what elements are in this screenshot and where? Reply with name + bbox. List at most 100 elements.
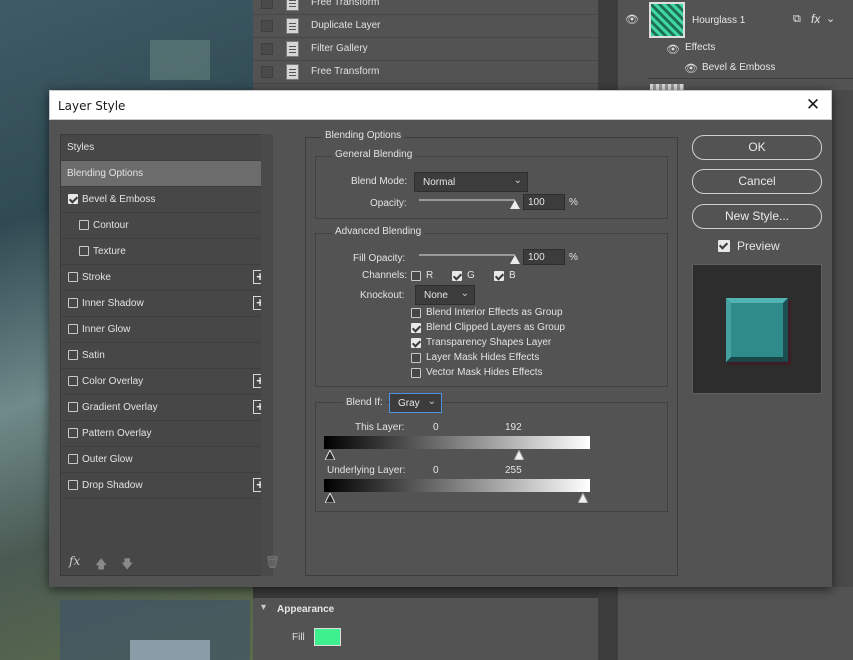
history-checkbox[interactable]: [261, 0, 273, 9]
advanced-option-checkbox[interactable]: [411, 338, 421, 348]
document-icon: [286, 0, 299, 11]
style-item-stroke[interactable]: Stroke +: [61, 265, 271, 291]
style-item-satin[interactable]: Satin: [61, 343, 271, 369]
effect-item-label[interactable]: Bevel & Emboss: [702, 62, 775, 73]
style-item-color-overlay[interactable]: Color Overlay +: [61, 369, 271, 395]
style-checkbox[interactable]: [68, 480, 78, 490]
style-checkbox[interactable]: [79, 220, 89, 230]
style-item-texture[interactable]: Texture: [61, 239, 271, 265]
visibility-eye-icon[interactable]: 👁: [625, 13, 639, 26]
layer-name[interactable]: Hourglass 1: [692, 15, 745, 26]
underlying-white-slider[interactable]: [578, 493, 588, 503]
this-layer-label: This Layer:: [355, 422, 405, 433]
channel-r-checkbox[interactable]: [411, 271, 421, 281]
preview-swatch: [726, 298, 788, 362]
channel-g-checkbox[interactable]: [452, 271, 462, 281]
style-checkbox[interactable]: [68, 402, 78, 412]
style-item-contour[interactable]: Contour: [61, 213, 271, 239]
style-item-pattern-overlay[interactable]: Pattern Overlay: [61, 421, 271, 447]
history-checkbox[interactable]: [261, 66, 273, 78]
layer-style-dialog: Layer Style ✕ Styles Blending Options Bev…: [49, 90, 832, 587]
this-layer-gradient-bar[interactable]: [324, 436, 590, 449]
history-item-label: Duplicate Layer: [311, 20, 381, 31]
style-item-bevel-emboss[interactable]: Bevel & Emboss: [61, 187, 271, 213]
style-checkbox[interactable]: [68, 324, 78, 334]
fill-opacity-slider-thumb[interactable]: [510, 255, 520, 264]
fx-menu-icon[interactable]: fx: [69, 554, 80, 568]
blend-if-value: Gray: [398, 398, 420, 409]
opacity-slider-thumb[interactable]: [510, 200, 520, 209]
advanced-option-checkbox[interactable]: [411, 353, 421, 363]
advanced-option-checkbox[interactable]: [411, 368, 421, 378]
history-item[interactable]: Free Transform: [253, 61, 598, 84]
advanced-option-label: Blend Clipped Layers as Group: [426, 322, 565, 333]
fill-opacity-slider-track[interactable]: [419, 254, 515, 256]
cancel-button[interactable]: Cancel: [692, 169, 822, 194]
styles-list-scrollbar[interactable]: [261, 134, 273, 576]
style-checkbox[interactable]: [68, 298, 78, 308]
underlying-black-slider[interactable]: [325, 493, 335, 503]
trash-icon[interactable]: 🗑: [265, 555, 280, 569]
dialog-titlebar[interactable]: Layer Style ✕: [49, 90, 832, 120]
underlying-gradient-bar[interactable]: [324, 479, 590, 492]
style-item-label: Texture: [93, 246, 126, 257]
style-item-label: Inner Glow: [82, 324, 131, 335]
style-checkbox[interactable]: [68, 376, 78, 386]
chevron-down-icon[interactable]: ▾: [261, 602, 266, 613]
move-up-arrow-icon[interactable]: 🡅: [95, 555, 107, 576]
fx-icon[interactable]: fx: [811, 12, 820, 26]
fill-opacity-label: Fill Opacity:: [353, 253, 406, 264]
style-checkbox[interactable]: [68, 194, 78, 204]
blend-if-label: Blend If:: [343, 397, 386, 408]
move-down-arrow-icon[interactable]: 🡇: [121, 555, 133, 576]
effect-visibility-eye-icon[interactable]: 👁: [684, 62, 698, 75]
channels-label: Channels:: [362, 270, 408, 281]
collapse-chevron-icon[interactable]: ⌄: [826, 12, 835, 25]
style-checkbox[interactable]: [68, 272, 78, 282]
blend-if-dropdown[interactable]: Gray ⌄: [389, 393, 442, 413]
fill-label: Fill: [292, 632, 305, 643]
fill-opacity-input[interactable]: 100: [523, 249, 565, 265]
history-item[interactable]: Free Transform: [253, 0, 598, 15]
fill-color-swatch[interactable]: [314, 628, 341, 646]
style-item-blending-options[interactable]: Blending Options: [61, 161, 271, 187]
opacity-unit: %: [569, 197, 578, 208]
layer-thumbnail[interactable]: [649, 2, 685, 38]
style-checkbox[interactable]: [79, 246, 89, 256]
opacity-slider-track[interactable]: [419, 199, 515, 201]
style-item-inner-shadow[interactable]: Inner Shadow +: [61, 291, 271, 317]
appearance-panel: ▾ Appearance Fill: [253, 598, 598, 660]
style-item-drop-shadow[interactable]: Drop Shadow +: [61, 473, 271, 499]
close-icon[interactable]: ✕: [803, 95, 823, 115]
styles-header-label: Styles: [67, 142, 95, 153]
advanced-option-checkbox[interactable]: [411, 308, 421, 318]
this-layer-black-slider[interactable]: [325, 450, 335, 460]
channel-b-checkbox[interactable]: [494, 271, 504, 281]
history-item[interactable]: Duplicate Layer: [253, 15, 598, 38]
style-item-outer-glow[interactable]: Outer Glow: [61, 447, 271, 473]
ok-button[interactable]: OK: [692, 135, 822, 160]
history-item-label: Filter Gallery: [311, 43, 368, 54]
styles-header[interactable]: Styles: [61, 135, 271, 161]
style-checkbox[interactable]: [68, 428, 78, 438]
opacity-input[interactable]: 100: [523, 194, 565, 210]
channel-r-label: R: [426, 270, 434, 281]
history-checkbox[interactable]: [261, 20, 273, 32]
style-item-inner-glow[interactable]: Inner Glow: [61, 317, 271, 343]
this-layer-white-slider[interactable]: [514, 450, 524, 460]
knockout-dropdown[interactable]: None ⌄: [415, 285, 475, 305]
fill-opacity-unit: %: [569, 252, 578, 263]
preview-checkbox[interactable]: [718, 240, 730, 252]
blend-mode-dropdown[interactable]: Normal ⌄: [414, 172, 528, 192]
style-item-label: Blending Options: [67, 168, 144, 179]
style-checkbox[interactable]: [68, 454, 78, 464]
advanced-option-checkbox[interactable]: [411, 323, 421, 333]
style-item-label: Color Overlay: [82, 376, 144, 387]
new-style-button[interactable]: New Style...: [692, 204, 822, 229]
history-item[interactable]: Filter Gallery: [253, 38, 598, 61]
effects-visibility-eye-icon[interactable]: 👁: [666, 43, 680, 56]
history-checkbox[interactable]: [261, 43, 273, 55]
style-item-gradient-overlay[interactable]: Gradient Overlay +: [61, 395, 271, 421]
style-item-label: Satin: [82, 350, 105, 361]
style-checkbox[interactable]: [68, 350, 78, 360]
